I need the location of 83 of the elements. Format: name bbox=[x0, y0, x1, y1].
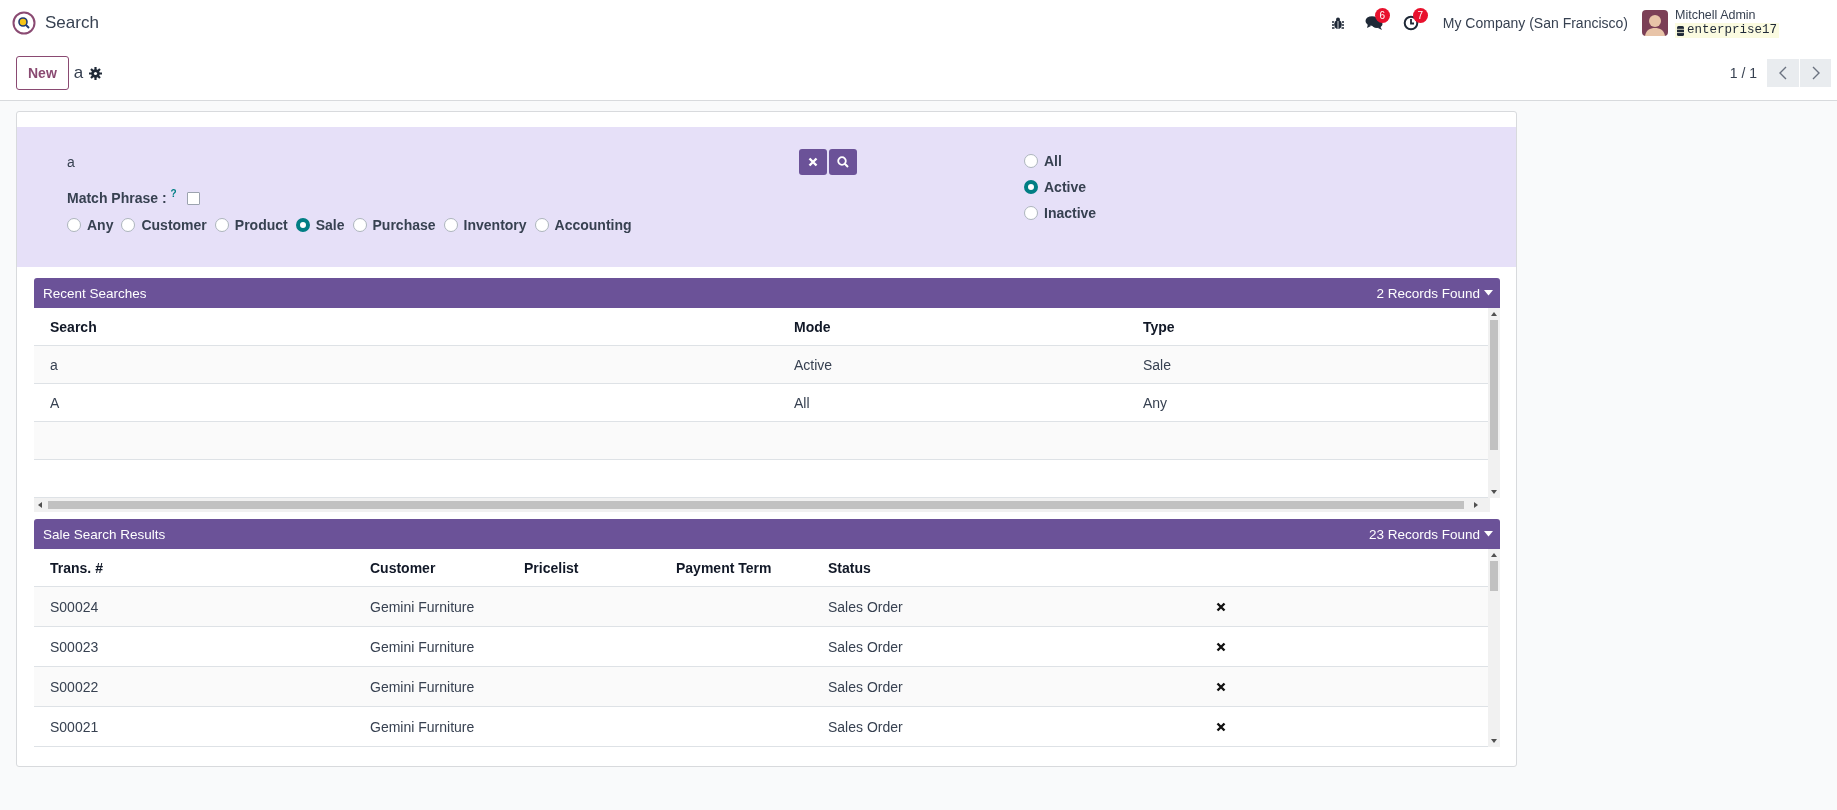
horizontal-scrollbar[interactable] bbox=[34, 498, 1490, 512]
table-cell-text: Gemini Furniture bbox=[370, 598, 476, 615]
radio-label: Inventory bbox=[463, 217, 527, 233]
record-count[interactable]: 23 Records Found bbox=[1368, 526, 1480, 542]
radio-label: All bbox=[1044, 153, 1062, 169]
vertical-scrollbar[interactable] bbox=[1488, 308, 1500, 498]
radio-label: Product bbox=[234, 217, 288, 233]
clear-button[interactable] bbox=[799, 149, 827, 175]
table-cell-text: a bbox=[50, 356, 59, 373]
gear-icon[interactable] bbox=[89, 66, 103, 80]
clock-icon[interactable] bbox=[1402, 15, 1419, 31]
user-avatar[interactable] bbox=[1642, 10, 1668, 36]
column-header[interactable]: Customer bbox=[370, 559, 524, 576]
radio-button[interactable] bbox=[352, 218, 367, 232]
panel-title: Recent Searches bbox=[43, 285, 147, 301]
radio-label: Customer bbox=[141, 217, 207, 233]
table-cell-text: All bbox=[794, 394, 811, 411]
remove-icon[interactable] bbox=[1216, 721, 1226, 732]
table-cell-text: S00023 bbox=[50, 638, 100, 655]
table-cell-text: Gemini Furniture bbox=[370, 678, 476, 695]
table-cell-text: Sale bbox=[1143, 356, 1173, 373]
table-cell-text: Sales Order bbox=[828, 678, 904, 695]
record-count[interactable]: 2 Records Found bbox=[1376, 285, 1480, 301]
caret-down-icon[interactable] bbox=[1484, 531, 1493, 537]
close-icon bbox=[808, 157, 818, 167]
column-header[interactable]: Pricelist bbox=[524, 559, 676, 576]
breadcrumb: a bbox=[73, 63, 84, 83]
table-cell-text: Gemini Furniture bbox=[370, 718, 476, 735]
column-header[interactable]: Search bbox=[50, 318, 794, 335]
table-cell-text: S00021 bbox=[50, 718, 100, 735]
radio-button[interactable] bbox=[214, 218, 229, 232]
radio-label: Purchase bbox=[372, 217, 436, 233]
table-cell-text: Sales Order bbox=[828, 718, 904, 735]
checkbox[interactable] bbox=[186, 191, 200, 205]
column-header[interactable]: Payment Term bbox=[676, 559, 828, 576]
radio-button[interactable] bbox=[534, 218, 549, 232]
company-switcher[interactable]: My Company (San Francisco) bbox=[1442, 15, 1628, 31]
remove-icon[interactable] bbox=[1216, 601, 1226, 612]
column-header[interactable]: Mode bbox=[794, 318, 1143, 335]
table-cell-text: Active bbox=[794, 356, 834, 373]
column-header[interactable]: Status bbox=[828, 559, 1216, 576]
column-header[interactable]: Type bbox=[1143, 318, 1488, 335]
radio-button[interactable] bbox=[121, 218, 136, 232]
database-name: enterprise17 bbox=[1687, 23, 1777, 38]
table-cell-text: Gemini Furniture bbox=[370, 638, 476, 655]
radio-label: Any bbox=[87, 217, 114, 233]
pager-value: 1 / 1 bbox=[1729, 65, 1757, 81]
table-cell-text: Sales Order bbox=[828, 638, 904, 655]
column-header[interactable]: Trans. # bbox=[50, 559, 370, 576]
search-app-icon bbox=[12, 11, 36, 35]
radio-button[interactable] bbox=[443, 218, 458, 232]
table-cell-text: Sales Order bbox=[828, 598, 904, 615]
radio-label: Sale bbox=[315, 217, 345, 233]
radio-button[interactable] bbox=[1024, 154, 1038, 168]
remove-icon[interactable] bbox=[1216, 681, 1226, 692]
notification-badge: 6 bbox=[1374, 8, 1390, 23]
chevron-right-icon bbox=[1811, 66, 1820, 80]
radio-label: Active bbox=[1044, 179, 1087, 195]
search-button[interactable] bbox=[829, 149, 857, 175]
table-cell-text: S00022 bbox=[50, 678, 100, 695]
radio-button[interactable] bbox=[67, 218, 81, 232]
new-button[interactable]: New bbox=[16, 56, 69, 90]
radio-label: Accounting bbox=[554, 217, 632, 233]
table-cell-text: Any bbox=[1143, 394, 1169, 411]
notification-badge: 7 bbox=[1412, 8, 1428, 23]
app-title: Search bbox=[45, 13, 99, 33]
remove-icon[interactable] bbox=[1216, 641, 1226, 652]
search-field[interactable]: a bbox=[67, 148, 797, 176]
radio-button[interactable] bbox=[1024, 180, 1038, 194]
match-phrase-label: Match Phrase : bbox=[67, 190, 167, 206]
panel-title: Sale Search Results bbox=[43, 526, 166, 542]
table-cell-text: S00024 bbox=[50, 598, 100, 615]
user-name: Mitchell Admin bbox=[1675, 8, 1757, 23]
help-mark[interactable]: ? bbox=[170, 187, 177, 199]
vertical-scrollbar[interactable] bbox=[1488, 549, 1500, 747]
caret-down-icon[interactable] bbox=[1484, 290, 1493, 296]
radio-button[interactable] bbox=[1024, 206, 1038, 220]
table-cell-text: A bbox=[50, 394, 61, 411]
radio-label: Inactive bbox=[1044, 205, 1097, 221]
chevron-left-icon bbox=[1779, 66, 1787, 80]
search-icon bbox=[837, 156, 849, 168]
bug-icon[interactable] bbox=[1330, 16, 1345, 30]
radio-button[interactable] bbox=[295, 218, 310, 232]
